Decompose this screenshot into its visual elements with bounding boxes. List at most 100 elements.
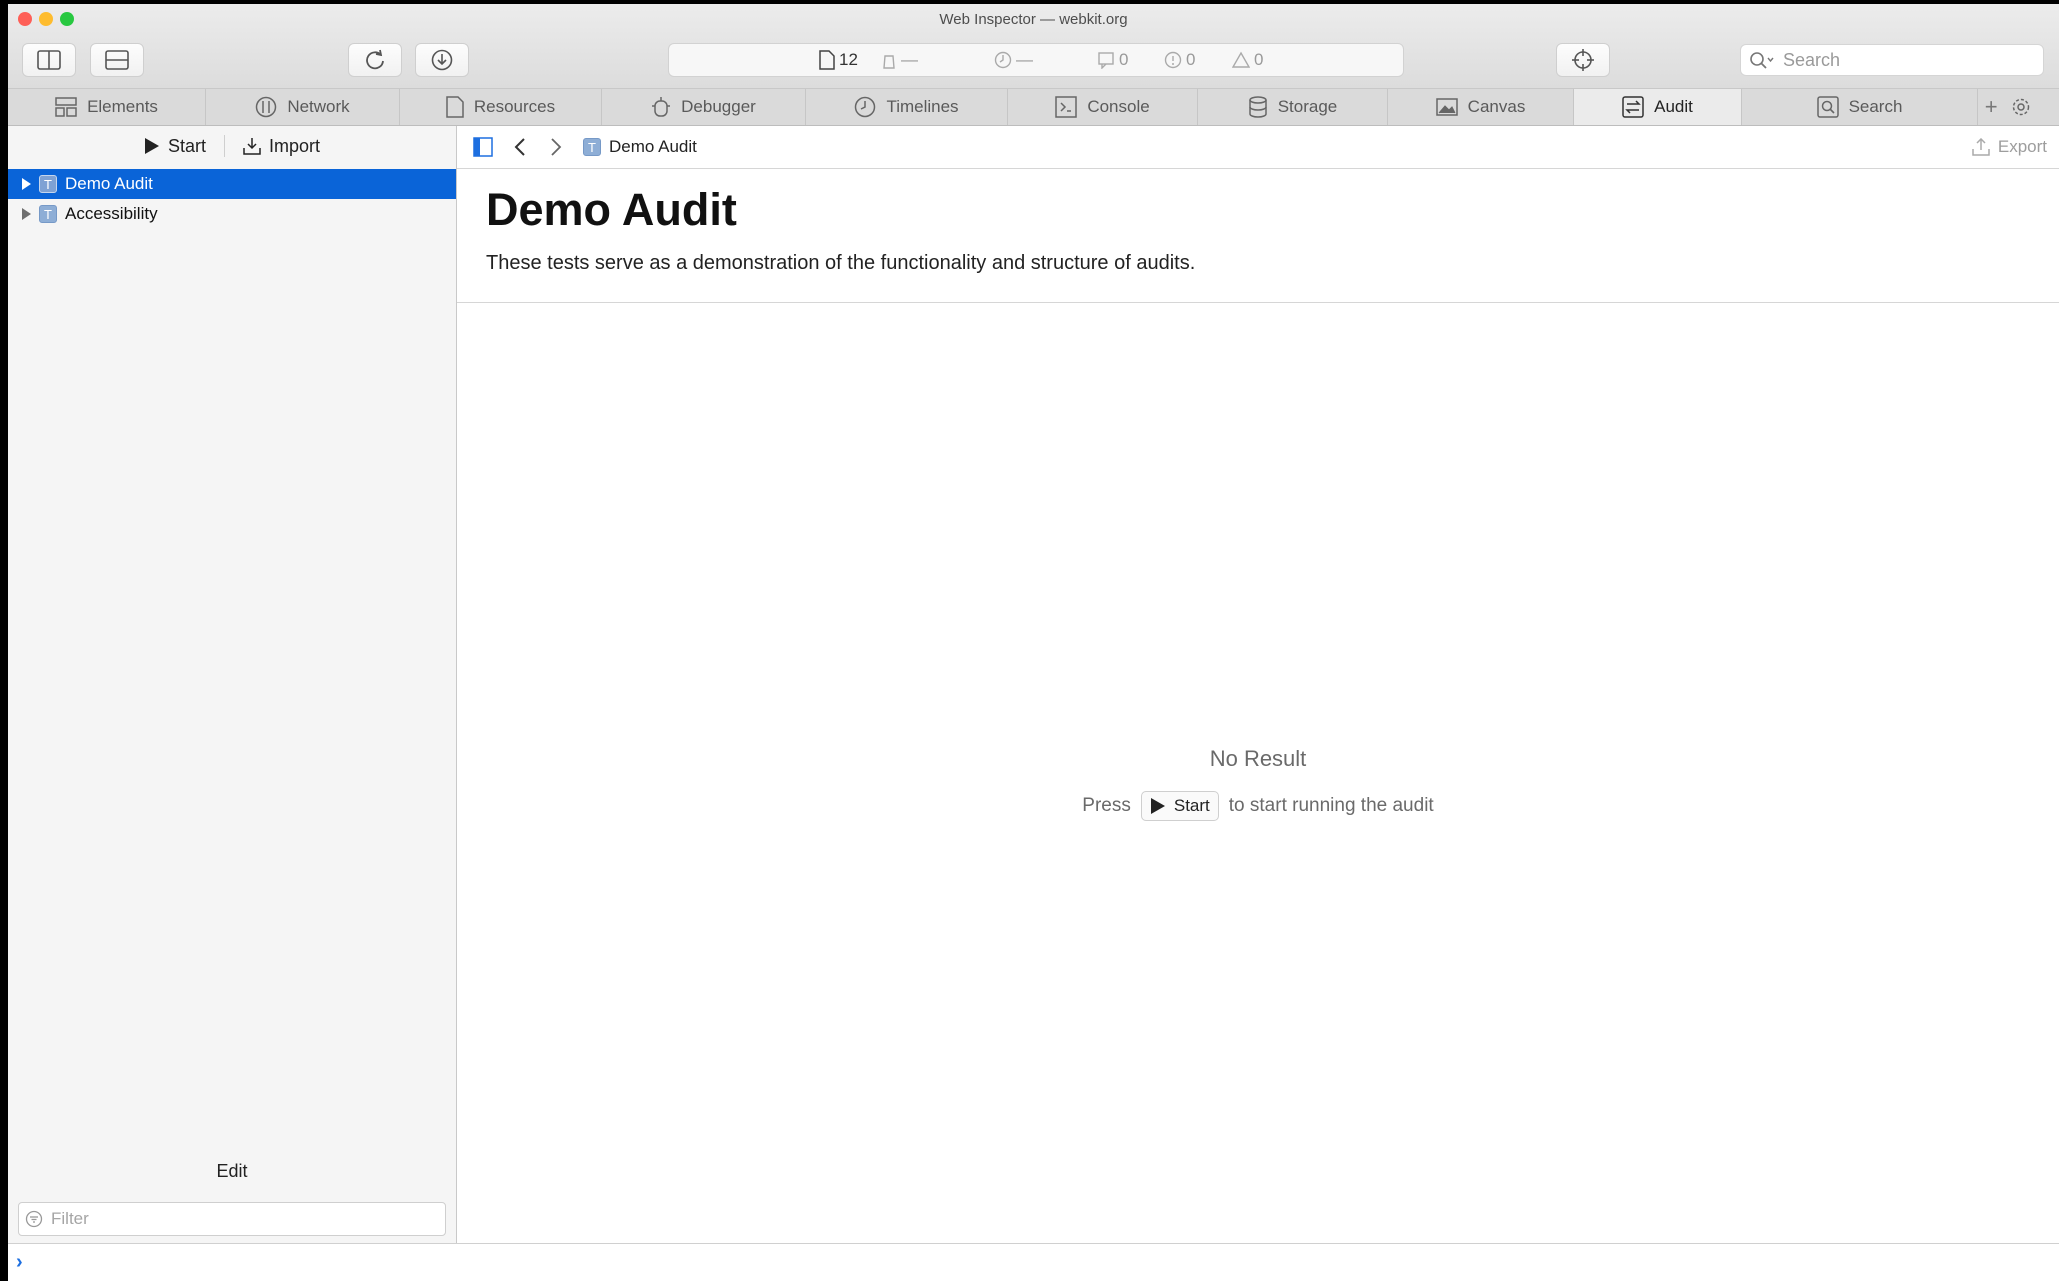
dock-side-icon — [37, 50, 61, 70]
sidebar-toggle-icon — [473, 137, 493, 157]
edit-button[interactable]: Edit — [8, 1161, 456, 1182]
inline-start-button[interactable]: Start — [1140, 791, 1219, 821]
export-label: Export — [1997, 137, 2047, 156]
tab-debugger[interactable]: Debugger — [602, 89, 806, 125]
tab-label: Resources — [473, 97, 556, 116]
search-icon — [1750, 52, 1774, 69]
search-tab-icon — [1816, 96, 1839, 118]
tab-label: Elements — [87, 97, 158, 116]
tab-canvas[interactable]: Canvas — [1388, 89, 1574, 125]
tab-label: Canvas — [1467, 97, 1526, 116]
import-button[interactable]: Import — [243, 136, 320, 157]
warning-count[interactable]: 0 — [1232, 50, 1263, 70]
chevron-left-icon — [514, 138, 525, 156]
tab-search[interactable]: Search — [1742, 89, 1978, 125]
toolbar-divider — [224, 135, 225, 157]
import-icon — [243, 138, 261, 155]
filter-icon — [25, 1210, 43, 1228]
error-icon — [1164, 51, 1182, 69]
start-audit-button[interactable]: Start — [144, 136, 206, 157]
tab-storage[interactable]: Storage — [1198, 89, 1388, 125]
tree-item-label: Accessibility — [65, 204, 158, 223]
message-icon — [1098, 52, 1114, 69]
audit-header: Demo Audit These tests serve as a demons… — [457, 168, 2059, 303]
export-icon — [1972, 138, 1990, 156]
log-count[interactable]: 0 — [1097, 50, 1128, 70]
after-text: to start running the audit — [1228, 795, 1434, 816]
clock-icon — [994, 51, 1012, 69]
tab-label: Network — [287, 97, 350, 116]
play-icon — [1150, 798, 1165, 814]
title-bar: Web Inspector — webkit.org 12 — — 0 0 0 … — [8, 4, 2059, 88]
tab-bar: Elements Network Resources Debugger Time… — [8, 88, 2059, 126]
dock-bottom-button[interactable] — [90, 43, 144, 77]
disclosure-triangle-icon[interactable] — [22, 178, 31, 190]
warning-icon — [1232, 51, 1250, 68]
toolbar-search[interactable] — [1740, 44, 2044, 76]
error-count[interactable]: 0 — [1164, 50, 1195, 70]
tab-console[interactable]: Console — [1008, 89, 1198, 125]
console-prompt-icon: › — [16, 1251, 23, 1273]
settings-gear-icon[interactable] — [2011, 97, 2031, 117]
resource-count[interactable]: 12 — [819, 50, 858, 70]
document-icon — [819, 50, 835, 70]
storage-icon — [1248, 96, 1267, 118]
audit-content: T Demo Audit Export Demo Audit These tes… — [457, 126, 2059, 1244]
no-result-message: No Result — [1209, 746, 1307, 771]
resources-icon — [446, 96, 464, 118]
forward-button[interactable] — [549, 137, 563, 157]
inspect-element-button[interactable] — [1556, 43, 1610, 77]
tab-elements[interactable]: Elements — [8, 89, 206, 125]
test-group-icon: T — [39, 205, 57, 223]
play-icon — [144, 138, 159, 154]
debugger-icon — [652, 97, 671, 117]
canvas-icon — [1435, 98, 1458, 116]
export-button[interactable]: Export — [1972, 126, 2047, 168]
start-label: Start — [167, 135, 206, 156]
new-tab-plus-icon[interactable]: + — [1985, 94, 1998, 120]
tab-label: Storage — [1277, 97, 1338, 116]
tab-audit[interactable]: Audit — [1574, 89, 1742, 125]
tab-label: Search — [1848, 97, 1903, 116]
window-title: Web Inspector — webkit.org — [939, 11, 1128, 28]
console-icon — [1055, 96, 1078, 118]
back-button[interactable] — [513, 137, 527, 157]
breadcrumb[interactable]: T Demo Audit — [583, 137, 697, 157]
press-text: Press — [1082, 795, 1131, 816]
resource-count-value: 12 — [839, 50, 858, 69]
reload-button[interactable] — [348, 43, 402, 77]
download-button[interactable] — [415, 43, 469, 77]
filter-input[interactable] — [49, 1208, 423, 1230]
chevron-right-icon — [551, 138, 562, 156]
breadcrumb-label: Demo Audit — [609, 137, 697, 156]
filter-bar[interactable] — [18, 1202, 446, 1236]
tree-item-label: Demo Audit — [65, 174, 153, 193]
audit-title: Demo Audit — [486, 184, 737, 235]
timelines-icon — [855, 96, 876, 118]
toolbar-search-input[interactable] — [1781, 48, 2015, 72]
tab-label: Timelines — [886, 97, 959, 116]
audit-description: These tests serve as a demonstration of … — [486, 252, 1196, 274]
tab-timelines[interactable]: Timelines — [806, 89, 1008, 125]
tree-item-accessibility[interactable]: T Accessibility — [8, 199, 456, 229]
dock-side-button[interactable] — [22, 43, 76, 77]
test-group-icon: T — [583, 138, 601, 156]
load-time-indicator[interactable]: — — [994, 50, 1033, 70]
download-icon — [431, 49, 453, 71]
tree-item-demo-audit[interactable]: T Demo Audit — [8, 169, 456, 199]
tab-resources[interactable]: Resources — [400, 89, 602, 125]
sidebar-toolbar: Start Import — [8, 126, 456, 166]
load-time-value: — — [1016, 50, 1033, 69]
disclosure-triangle-icon[interactable] — [22, 208, 31, 220]
tab-label: Console — [1087, 97, 1150, 116]
web-inspector-window: Web Inspector — webkit.org 12 — — 0 0 0 … — [8, 4, 2059, 1281]
audit-sidebar: Start Import T Demo Audit T Accessibilit… — [8, 126, 457, 1244]
weight-icon — [883, 55, 895, 69]
network-icon — [256, 96, 277, 118]
network-load-indicator[interactable]: — — [881, 50, 918, 70]
quick-console[interactable]: › — [8, 1243, 2059, 1281]
tab-network[interactable]: Network — [206, 89, 400, 125]
test-group-icon: T — [39, 175, 57, 193]
toggle-sidebar-button[interactable] — [473, 137, 493, 157]
import-label: Import — [269, 135, 321, 156]
